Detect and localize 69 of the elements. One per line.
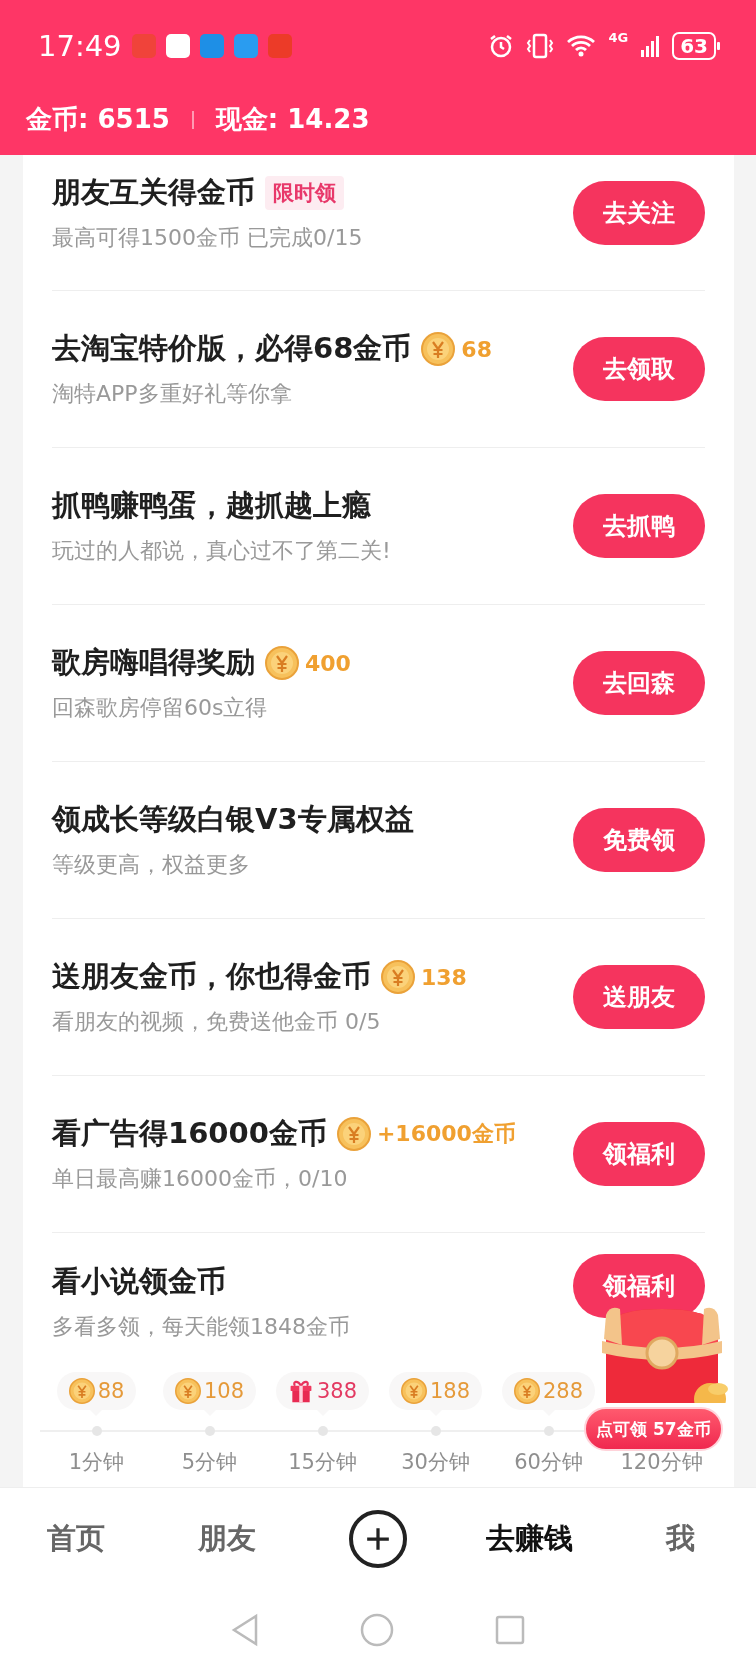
app-shop-icon xyxy=(267,34,292,58)
back-icon[interactable] xyxy=(229,1613,260,1647)
task-button[interactable]: 去回森 xyxy=(573,651,705,715)
nav-tab[interactable]: 我 xyxy=(665,1518,695,1559)
milestone-time: 15分钟 xyxy=(288,1448,357,1476)
task-button[interactable]: 去关注 xyxy=(573,180,705,245)
task-subtitle: 看朋友的视频，免费送他金币 0/5 xyxy=(52,1008,382,1036)
task-title: 看广告得16000金币 xyxy=(52,1115,327,1152)
reward-amount: 88 xyxy=(97,1378,125,1403)
reward-amount: 288 xyxy=(542,1378,584,1403)
milestone-time: 120分钟 xyxy=(620,1448,703,1476)
task-subtitle: 淘特APP多重好礼等你拿 xyxy=(52,380,293,408)
recents-icon[interactable] xyxy=(494,1614,527,1646)
app-globe-icon xyxy=(165,34,190,58)
task-button[interactable]: 送朋友 xyxy=(573,965,705,1029)
coin-icon xyxy=(68,1377,95,1404)
nav-tab[interactable]: 首页 xyxy=(46,1518,105,1559)
plus-icon xyxy=(365,1525,391,1552)
task-subtitle: 单日最高赚16000金币，0/10 xyxy=(52,1165,349,1193)
task-title: 歌房嗨唱得奖励 xyxy=(52,644,255,681)
coin-icon xyxy=(513,1377,540,1404)
app-bag-icon xyxy=(131,34,156,58)
reward-amount: 388 xyxy=(316,1378,358,1403)
nav-tab[interactable]: 朋友 xyxy=(197,1518,256,1559)
task-title: 抓鸭赚鸭蛋，越抓越上瘾 xyxy=(52,487,371,524)
reward-amount: 108 xyxy=(203,1378,245,1403)
coin-icon xyxy=(381,960,415,994)
vibrate-icon xyxy=(526,33,555,59)
reward-amount: 68 xyxy=(461,336,492,362)
milestone-time: 30分钟 xyxy=(401,1448,470,1476)
milestone-time: 1分钟 xyxy=(68,1448,125,1476)
network-label: 4G xyxy=(608,30,629,45)
task-subtitle: 玩过的人都说，真心过不了第二关! xyxy=(52,537,392,565)
home-icon[interactable] xyxy=(359,1612,395,1648)
task-button[interactable]: 去领取 xyxy=(573,337,705,401)
cash-balance: 现金: 14.23 xyxy=(215,103,370,136)
coin-icon xyxy=(174,1377,201,1404)
reward-amount: 138 xyxy=(421,964,467,990)
coin-icon xyxy=(421,332,456,366)
create-button[interactable] xyxy=(349,1509,407,1568)
task-subtitle: 等级更高，权益更多 xyxy=(52,851,251,879)
task-button[interactable]: 领福利 xyxy=(573,1122,705,1186)
status-time: 17:49 xyxy=(38,29,122,63)
app-search-icon xyxy=(233,34,258,58)
limited-tag: 限时领 xyxy=(265,175,344,210)
app-e-icon xyxy=(199,34,224,58)
coin-icon xyxy=(400,1377,427,1404)
reward-amount: 400 xyxy=(305,650,351,676)
task-title: 去淘宝特价版，必得68金币 xyxy=(52,330,412,367)
task-title: 朋友互关得金币 xyxy=(52,173,255,211)
coin-icon xyxy=(265,646,299,680)
reward-amount: +16000金币 xyxy=(376,1120,516,1148)
task-title: 看小说领金币 xyxy=(52,1263,226,1300)
nav-tab[interactable]: 去赚钱 xyxy=(485,1518,573,1559)
task-button[interactable]: 免费领 xyxy=(573,808,705,872)
task-button[interactable]: 领福利 xyxy=(573,1254,705,1318)
reward-amount: 188 xyxy=(429,1378,471,1403)
wifi-icon xyxy=(566,34,597,58)
milestone-time: 5分钟 xyxy=(181,1448,238,1476)
chest-label[interactable]: 点可领 57金币 xyxy=(584,1407,723,1451)
task-subtitle: 回森歌房停留60s立得 xyxy=(52,694,269,722)
milestone-time: 60分钟 xyxy=(514,1448,583,1476)
task-title: 领成长等级白银V3专属权益 xyxy=(52,801,414,838)
task-subtitle: 多看多领，每天能领1848金币 xyxy=(52,1313,351,1341)
task-subtitle: 最高可得1500金币 已完成0/15 xyxy=(52,223,364,252)
task-title: 送朋友金币，你也得金币 xyxy=(52,958,371,995)
task-button[interactable]: 去抓鸭 xyxy=(573,494,705,558)
coin-icon xyxy=(336,1117,371,1151)
coin-balance: 金币: 6515 xyxy=(26,103,170,136)
